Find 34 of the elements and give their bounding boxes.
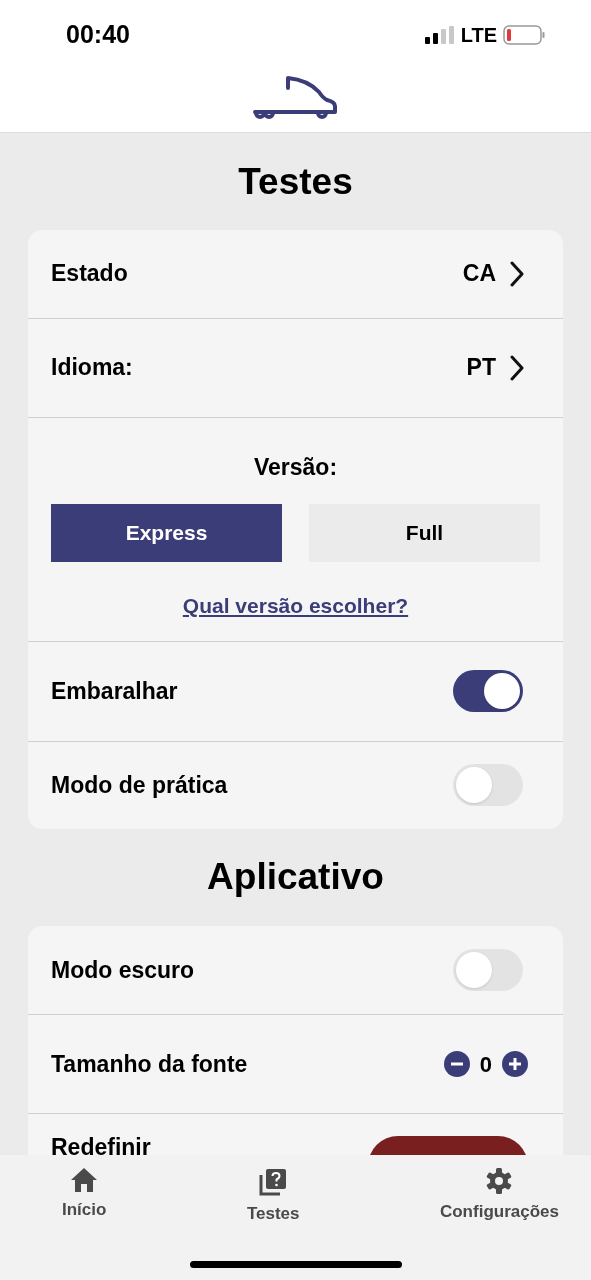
row-label: Modo de prática	[51, 770, 228, 800]
select-value[interactable]: PT	[466, 350, 540, 385]
settings-icon	[485, 1167, 514, 1195]
signal-icon	[424, 26, 455, 44]
font-size-value: 0	[479, 1050, 492, 1079]
toggle-switch[interactable]	[453, 949, 523, 991]
toggle-switch[interactable]	[453, 764, 523, 806]
row-label: Embaralhar	[51, 676, 178, 706]
status-time: 00:40	[66, 19, 130, 51]
toggle-switch[interactable]	[453, 670, 523, 712]
row-label: Tamanho da fonte	[51, 1049, 248, 1079]
chevron-right-icon	[510, 260, 524, 287]
row-label: Estado	[51, 259, 128, 289]
version-option[interactable]: Express	[51, 504, 282, 562]
battery-icon	[503, 25, 545, 45]
version-option[interactable]: Full	[309, 504, 540, 562]
select-value[interactable]: CA	[462, 256, 540, 291]
tab-bar-item[interactable]: Testes	[246, 1167, 300, 1227]
row-label: Redefinir	[51, 1133, 151, 1155]
question-cards-icon	[258, 1167, 289, 1197]
section-title: Aplicativo	[206, 854, 385, 899]
chevron-right-icon	[510, 354, 524, 381]
home-icon	[70, 1167, 99, 1193]
minus-button[interactable]	[443, 1051, 470, 1077]
plus-button[interactable]	[502, 1051, 528, 1077]
row-label: Idioma:	[51, 353, 133, 383]
tab-bar-item[interactable]: Início	[62, 1167, 107, 1227]
truck-logo-icon	[252, 76, 339, 120]
help-link[interactable]: Qual versão escolher?	[182, 590, 409, 622]
tab-bar-item[interactable]: Configurações	[439, 1167, 559, 1227]
section-title: Testes	[237, 160, 354, 204]
row-label: Modo escuro	[51, 955, 195, 985]
network-label: LTE	[460, 23, 497, 48]
row-label: Versão:	[253, 452, 338, 482]
